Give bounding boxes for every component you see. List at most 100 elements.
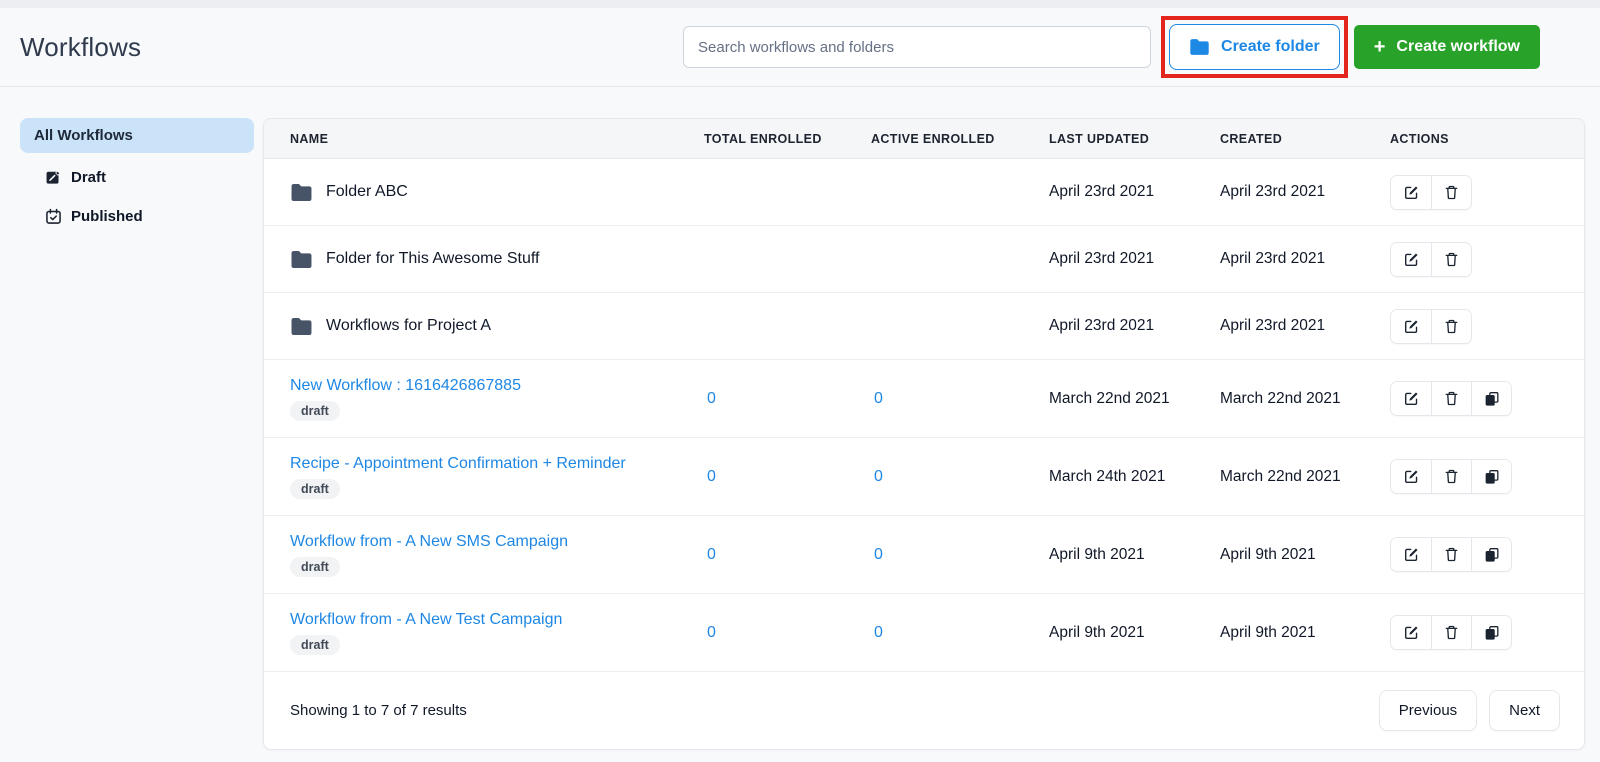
table-row: Folder for This Awesome Stuff April 23rd… — [264, 226, 1584, 293]
header-actions: Create folder + Create workflow — [683, 16, 1540, 78]
workflows-table-card: NAME TOTAL ENROLLED ACTIVE ENROLLED LAST… — [263, 118, 1585, 750]
active-enrolled-value[interactable]: 0 — [871, 546, 1049, 564]
row-actions — [1390, 537, 1512, 572]
created-value: April 23rd 2021 — [1220, 250, 1390, 268]
column-header-last-updated: LAST UPDATED — [1049, 132, 1220, 146]
table-body: Folder ABC April 23rd 2021 April 23rd 20… — [264, 159, 1584, 672]
last-updated-value: April 9th 2021 — [1049, 546, 1220, 564]
plus-icon: + — [1374, 37, 1386, 57]
last-updated-value: April 9th 2021 — [1049, 624, 1220, 642]
sidebar: All Workflows Draft Published — [20, 118, 254, 231]
folder-icon — [290, 250, 313, 269]
last-updated-value: March 22nd 2021 — [1049, 390, 1220, 408]
column-header-actions: ACTIONS — [1390, 132, 1572, 146]
edit-button[interactable] — [1391, 382, 1431, 415]
delete-button[interactable] — [1431, 616, 1471, 649]
row-actions — [1390, 175, 1472, 210]
row-name[interactable]: Workflow from - A New Test Campaign — [290, 611, 562, 629]
create-workflow-button[interactable]: + Create workflow — [1354, 25, 1540, 69]
created-value: April 23rd 2021 — [1220, 183, 1390, 201]
status-badge: draft — [290, 557, 340, 577]
edit-button[interactable] — [1391, 310, 1431, 343]
last-updated-value: March 24th 2021 — [1049, 468, 1220, 486]
row-name[interactable]: Folder ABC — [326, 183, 408, 201]
total-enrolled-value[interactable]: 0 — [704, 390, 871, 408]
row-actions — [1390, 459, 1512, 494]
copy-button[interactable] — [1471, 460, 1511, 493]
folder-icon — [290, 183, 313, 202]
page-title: Workflows — [20, 32, 141, 63]
sidebar-item-label: Published — [71, 208, 143, 225]
draft-icon — [45, 169, 62, 186]
row-name[interactable]: Workflows for Project A — [326, 317, 491, 335]
edit-button[interactable] — [1391, 176, 1431, 209]
status-badge: draft — [290, 635, 340, 655]
top-strip — [0, 0, 1600, 8]
column-header-total-enrolled: TOTAL ENROLLED — [704, 132, 871, 146]
sidebar-item-published[interactable]: Published — [45, 202, 254, 231]
delete-button[interactable] — [1431, 382, 1471, 415]
row-actions — [1390, 309, 1472, 344]
edit-button[interactable] — [1391, 243, 1431, 276]
sidebar-item-all-workflows[interactable]: All Workflows — [20, 118, 254, 153]
copy-button[interactable] — [1471, 616, 1511, 649]
table-row: New Workflow : 1616426867885 draft 0 0 M… — [264, 360, 1584, 438]
created-value: April 23rd 2021 — [1220, 317, 1390, 335]
edit-button[interactable] — [1391, 460, 1431, 493]
sidebar-item-label: Draft — [71, 169, 106, 186]
table-row: Workflow from - A New SMS Campaign draft… — [264, 516, 1584, 594]
table-header-row: NAME TOTAL ENROLLED ACTIVE ENROLLED LAST… — [264, 119, 1584, 159]
create-folder-label: Create folder — [1221, 38, 1320, 56]
row-name[interactable]: New Workflow : 1616426867885 — [290, 377, 521, 395]
created-value: April 9th 2021 — [1220, 546, 1390, 564]
pagination: Previous Next — [1379, 690, 1560, 731]
sidebar-item-label: All Workflows — [34, 127, 133, 144]
table-row: Folder ABC April 23rd 2021 April 23rd 20… — [264, 159, 1584, 226]
delete-button[interactable] — [1431, 176, 1471, 209]
total-enrolled-value[interactable]: 0 — [704, 468, 871, 486]
delete-button[interactable] — [1431, 460, 1471, 493]
sidebar-item-draft[interactable]: Draft — [45, 163, 254, 192]
column-header-created: CREATED — [1220, 132, 1390, 146]
table-row: Recipe - Appointment Confirmation + Remi… — [264, 438, 1584, 516]
row-actions — [1390, 242, 1472, 277]
content-area: All Workflows Draft Published — [0, 87, 1600, 750]
row-name[interactable]: Folder for This Awesome Stuff — [326, 250, 539, 268]
delete-button[interactable] — [1431, 538, 1471, 571]
active-enrolled-value[interactable]: 0 — [871, 468, 1049, 486]
edit-button[interactable] — [1391, 616, 1431, 649]
results-summary: Showing 1 to 7 of 7 results — [290, 702, 467, 719]
row-name[interactable]: Workflow from - A New SMS Campaign — [290, 533, 568, 551]
folder-icon — [1189, 38, 1210, 56]
next-button[interactable]: Next — [1489, 690, 1560, 731]
table-row: Workflow from - A New Test Campaign draf… — [264, 594, 1584, 672]
created-value: April 9th 2021 — [1220, 624, 1390, 642]
last-updated-value: April 23rd 2021 — [1049, 183, 1220, 201]
copy-button[interactable] — [1471, 538, 1511, 571]
last-updated-value: April 23rd 2021 — [1049, 317, 1220, 335]
status-badge: draft — [290, 479, 340, 499]
total-enrolled-value[interactable]: 0 — [704, 624, 871, 642]
row-actions — [1390, 615, 1512, 650]
published-icon — [45, 208, 62, 225]
edit-button[interactable] — [1391, 538, 1431, 571]
page-header: Workflows Create folder + Create workflo… — [0, 8, 1600, 87]
created-value: March 22nd 2021 — [1220, 390, 1390, 408]
previous-button[interactable]: Previous — [1379, 690, 1477, 731]
table-row: Workflows for Project A April 23rd 2021 … — [264, 293, 1584, 360]
delete-button[interactable] — [1431, 310, 1471, 343]
status-badge: draft — [290, 401, 340, 421]
folder-icon — [290, 317, 313, 336]
delete-button[interactable] — [1431, 243, 1471, 276]
search-input[interactable] — [683, 26, 1151, 68]
active-enrolled-value[interactable]: 0 — [871, 624, 1049, 642]
create-workflow-label: Create workflow — [1396, 38, 1520, 56]
total-enrolled-value[interactable]: 0 — [704, 546, 871, 564]
copy-button[interactable] — [1471, 382, 1511, 415]
table-footer: Showing 1 to 7 of 7 results Previous Nex… — [264, 672, 1584, 749]
row-actions — [1390, 381, 1512, 416]
column-header-name: NAME — [290, 132, 704, 146]
create-folder-button[interactable]: Create folder — [1169, 24, 1340, 70]
active-enrolled-value[interactable]: 0 — [871, 390, 1049, 408]
row-name[interactable]: Recipe - Appointment Confirmation + Remi… — [290, 455, 626, 473]
